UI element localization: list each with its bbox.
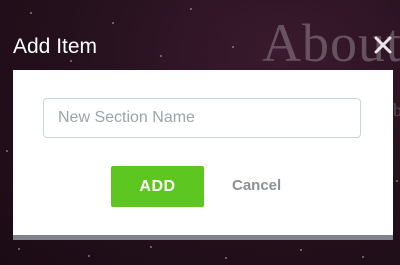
close-icon-glyph xyxy=(374,36,392,54)
close-icon[interactable] xyxy=(372,34,394,56)
background-star xyxy=(396,180,398,182)
dialog-title: Add Item xyxy=(13,35,98,58)
background-star xyxy=(6,150,8,152)
background-star xyxy=(362,256,364,258)
background-star xyxy=(232,46,234,48)
section-name-input[interactable] xyxy=(43,98,361,138)
page: About b Add Item ADD Cancel xyxy=(0,0,400,265)
background-star xyxy=(88,255,90,257)
background-star xyxy=(18,248,20,250)
add-button[interactable]: ADD xyxy=(111,166,204,207)
cancel-button[interactable]: Cancel xyxy=(232,177,281,194)
background-star xyxy=(225,257,227,259)
background-star xyxy=(160,55,162,57)
background-star xyxy=(300,249,302,251)
background-star xyxy=(70,60,72,62)
background-star xyxy=(112,22,114,24)
background-edge-text: b xyxy=(393,100,400,120)
dialog-footer-bar xyxy=(13,235,393,240)
add-item-dialog: ADD Cancel xyxy=(13,70,393,237)
background-star xyxy=(190,8,192,10)
background-star xyxy=(30,12,32,14)
background-star xyxy=(150,246,152,248)
